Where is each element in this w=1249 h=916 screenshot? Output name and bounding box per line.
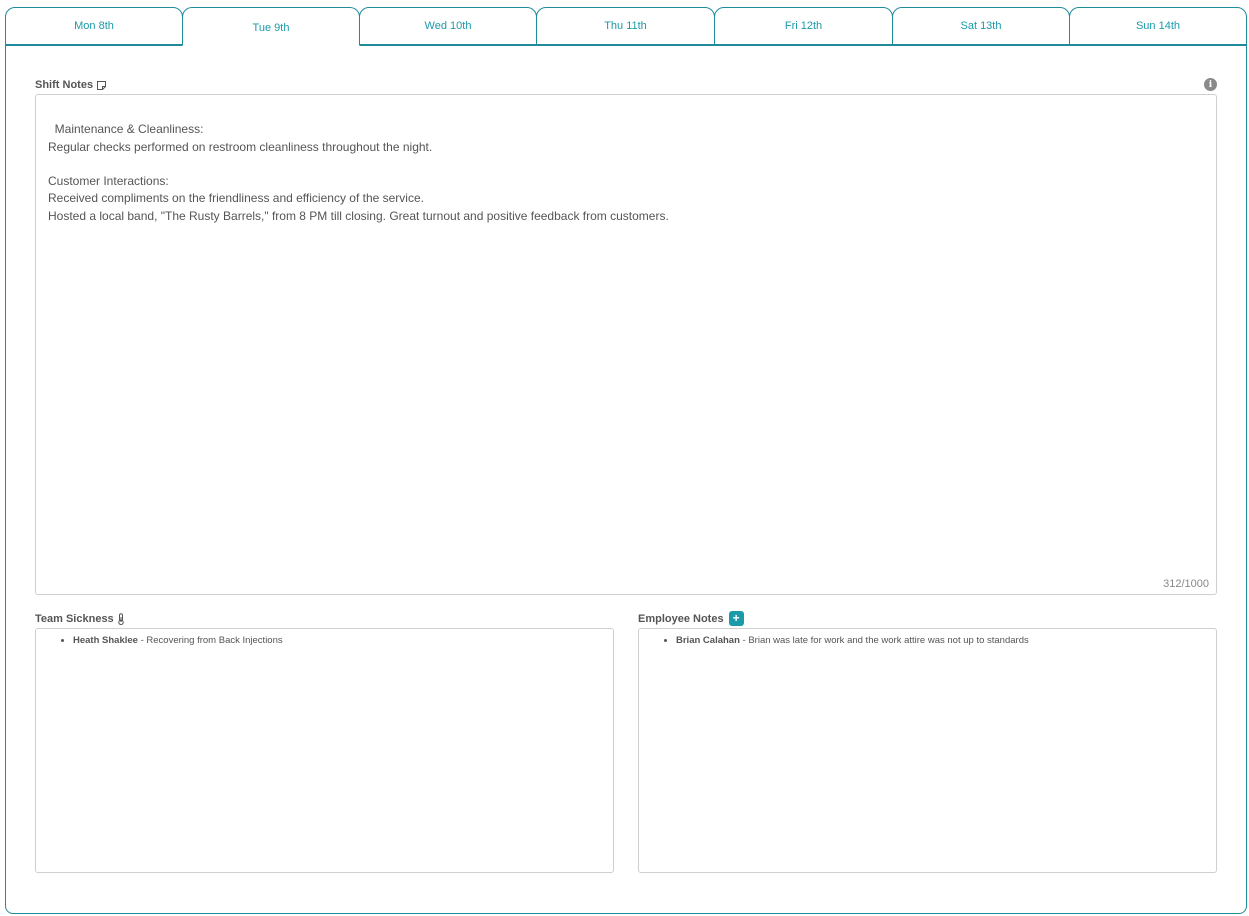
shift-notes-text: Maintenance & Cleanliness: Regular check…: [48, 122, 669, 223]
team-sickness-list: Heath Shaklee - Recovering from Back Inj…: [35, 628, 614, 873]
sickness-note: - Recovering from Back Injections: [137, 635, 283, 646]
employee-notes-label: Employee Notes +: [638, 611, 744, 626]
thermometer-icon: [117, 613, 125, 625]
employee-notes-list: Brian Calahan - Brian was late for work …: [638, 628, 1217, 873]
tab-tue-9th[interactable]: Tue 9th: [182, 7, 360, 46]
tab-sat-13th[interactable]: Sat 13th: [892, 7, 1070, 45]
add-employee-note-button[interactable]: +: [728, 611, 744, 626]
list-item: Heath Shaklee - Recovering from Back Inj…: [73, 635, 613, 647]
employee-notes-title: Employee Notes: [638, 612, 724, 625]
employee-note: - Brian was late for work and the work a…: [739, 635, 1029, 646]
shift-notes-title: Shift Notes: [35, 79, 94, 91]
employee-name: Heath Shaklee: [73, 635, 138, 646]
day-tabs: Mon 8th Tue 9th Wed 10th Thu 11th Fri 12…: [5, 7, 1247, 46]
team-sickness-title: Team Sickness: [35, 613, 114, 625]
shift-notes-label: Shift Notes: [35, 79, 107, 91]
tab-mon-8th[interactable]: Mon 8th: [5, 7, 183, 45]
note-icon: [96, 80, 107, 91]
tab-sun-14th[interactable]: Sun 14th: [1069, 7, 1247, 45]
list-item: Brian Calahan - Brian was late for work …: [676, 635, 1216, 647]
shift-notes-textarea[interactable]: Maintenance & Cleanliness: Regular check…: [35, 94, 1217, 595]
employee-name: Brian Calahan: [676, 635, 740, 646]
info-icon[interactable]: i: [1204, 78, 1217, 91]
character-counter: 312/1000: [1163, 577, 1209, 590]
tab-thu-11th[interactable]: Thu 11th: [536, 7, 715, 45]
team-sickness-label: Team Sickness: [35, 613, 125, 625]
tab-wed-10th[interactable]: Wed 10th: [359, 7, 537, 45]
tab-fri-12th[interactable]: Fri 12th: [714, 7, 893, 45]
